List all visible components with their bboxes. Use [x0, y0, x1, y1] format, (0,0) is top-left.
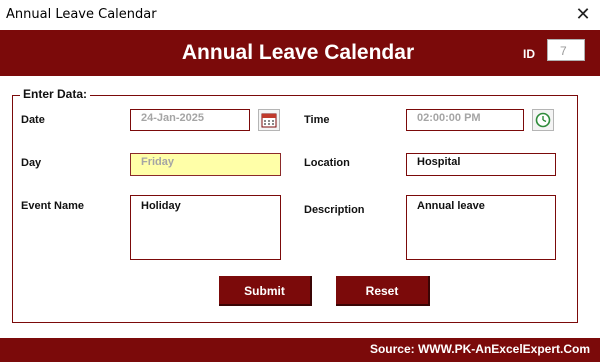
- page-title: Annual Leave Calendar: [181, 41, 415, 64]
- day-field[interactable]: Friday: [130, 153, 281, 176]
- window-titlebar: Annual Leave Calendar ✕: [0, 0, 600, 30]
- description-field[interactable]: Annual leave: [406, 195, 556, 260]
- day-label: Day: [21, 157, 42, 169]
- calendar-icon: [261, 113, 277, 128]
- location-label: Location: [304, 157, 350, 169]
- footer-bar: Source: WWW.PK-AnExcelExpert.Com: [0, 338, 600, 362]
- frame-legend: Enter Data:: [20, 87, 91, 101]
- location-field[interactable]: Hospital: [406, 153, 556, 176]
- source-credit: Source: WWW.PK-AnExcelExpert.Com: [369, 342, 590, 356]
- date-label: Date: [21, 114, 45, 126]
- window-title: Annual Leave Calendar: [6, 7, 157, 22]
- close-icon[interactable]: ✕: [572, 4, 594, 26]
- header-banner: Annual Leave Calendar ID 7: [0, 30, 600, 76]
- id-field[interactable]: 7: [547, 39, 585, 61]
- clock-icon: [535, 112, 551, 128]
- submit-button[interactable]: Submit: [219, 276, 312, 306]
- event-name-field[interactable]: Holiday: [130, 195, 281, 260]
- event-name-label: Event Name: [21, 200, 84, 212]
- date-picker-button[interactable]: [258, 109, 280, 131]
- description-label: Description: [304, 204, 365, 216]
- reset-button[interactable]: Reset: [336, 276, 430, 306]
- id-label: ID: [523, 47, 535, 61]
- time-label: Time: [304, 114, 330, 126]
- date-field[interactable]: 24-Jan-2025: [130, 109, 250, 131]
- time-picker-button[interactable]: [532, 109, 554, 131]
- time-field[interactable]: 02:00:00 PM: [406, 109, 524, 131]
